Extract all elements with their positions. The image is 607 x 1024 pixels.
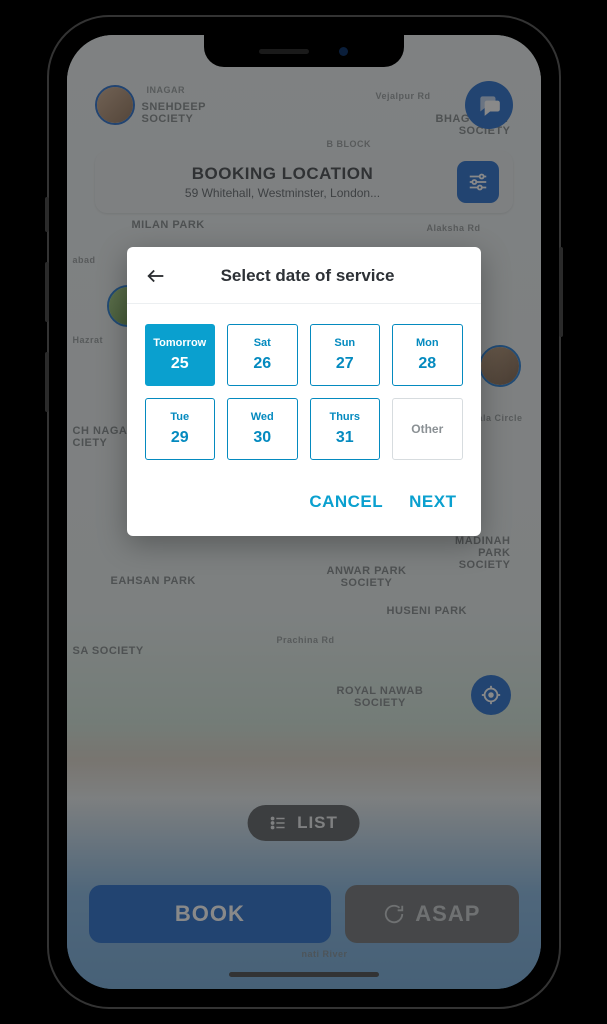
date-label: Tue (170, 411, 189, 423)
date-option[interactable]: Tue 29 (145, 398, 216, 460)
date-number: 31 (336, 429, 354, 447)
phone-side-button-right (559, 247, 563, 337)
date-option-other[interactable]: Other (392, 398, 463, 460)
date-option[interactable]: Wed 30 (227, 398, 298, 460)
phone-frame: INAGAR SNEHDEEP SOCIETY B BLOCK BHAGYODA… (49, 17, 559, 1007)
date-label: Sun (334, 337, 355, 349)
date-number: 27 (336, 355, 354, 373)
date-number: 28 (418, 355, 436, 373)
date-label: Wed (251, 411, 274, 423)
modal-title: Select date of service (153, 266, 463, 286)
date-number: 26 (253, 355, 271, 373)
date-option[interactable]: Tomorrow 25 (145, 324, 216, 386)
date-number: 30 (253, 429, 271, 447)
date-option[interactable]: Thurs 31 (310, 398, 381, 460)
date-picker-modal: Select date of service Tomorrow 25 Sat 26 Su… (127, 247, 481, 536)
date-label: Other (411, 422, 443, 436)
screen: INAGAR SNEHDEEP SOCIETY B BLOCK BHAGYODA… (67, 35, 541, 989)
date-option[interactable]: Mon 28 (392, 324, 463, 386)
date-label: Sat (254, 337, 271, 349)
phone-notch (204, 35, 404, 67)
cancel-button[interactable]: CANCEL (309, 492, 383, 512)
date-option[interactable]: Sun 27 (310, 324, 381, 386)
date-label: Thurs (329, 411, 360, 423)
phone-side-buttons-left (45, 197, 49, 442)
next-button[interactable]: NEXT (409, 492, 456, 512)
date-label: Mon (416, 337, 439, 349)
date-number: 29 (171, 429, 189, 447)
date-option[interactable]: Sat 26 (227, 324, 298, 386)
date-number: 25 (171, 355, 189, 373)
date-label: Tomorrow (153, 337, 206, 349)
